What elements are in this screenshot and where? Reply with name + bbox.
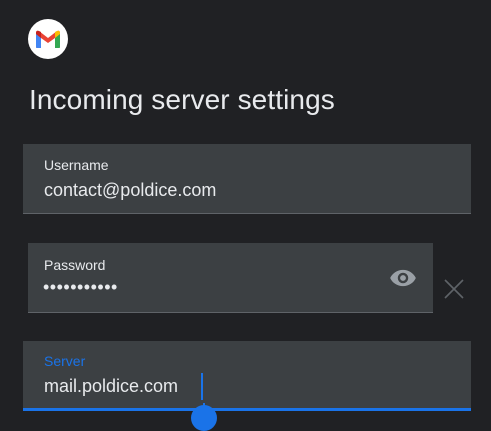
gmail-icon bbox=[28, 19, 68, 59]
eye-icon[interactable] bbox=[389, 264, 417, 292]
page-title: Incoming server settings bbox=[29, 84, 335, 115]
cursor-handle-dot[interactable] bbox=[191, 405, 217, 431]
server-field[interactable]: Server mail.poldice.com bbox=[23, 341, 471, 411]
username-label: Username bbox=[44, 157, 109, 173]
password-value[interactable]: ••••••••••• bbox=[43, 277, 118, 298]
cursor-handle[interactable] bbox=[191, 403, 217, 431]
password-field[interactable]: Password ••••••••••• bbox=[28, 243, 433, 313]
username-field[interactable]: Username contact@poldice.com bbox=[23, 144, 471, 214]
username-value[interactable]: contact@poldice.com bbox=[44, 180, 216, 201]
password-label: Password bbox=[44, 257, 106, 273]
server-value[interactable]: mail.poldice.com bbox=[44, 376, 178, 397]
close-icon[interactable] bbox=[443, 278, 465, 300]
server-label: Server bbox=[44, 353, 86, 369]
text-cursor bbox=[201, 373, 203, 400]
